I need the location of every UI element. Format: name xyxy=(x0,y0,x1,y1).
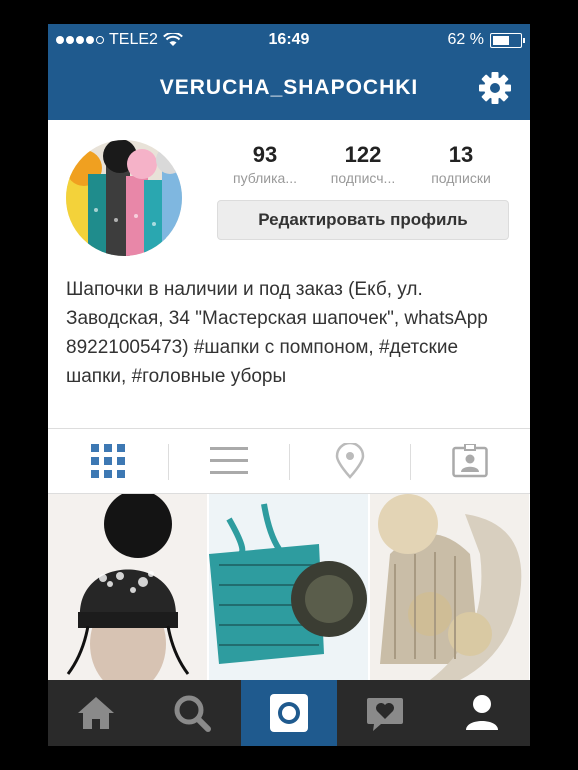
battery-icon xyxy=(490,32,525,48)
grid-icon xyxy=(91,444,125,478)
list-icon xyxy=(210,447,248,474)
post-thumbnail[interactable] xyxy=(48,494,207,680)
avatar[interactable] xyxy=(66,140,182,256)
gear-icon[interactable] xyxy=(478,71,512,105)
tab-activity[interactable] xyxy=(337,680,433,746)
profile-bio: Шапочки в наличии и под заказ (Екб, ул. … xyxy=(66,279,488,387)
location-pin-icon xyxy=(335,443,365,479)
followers-count: 122 xyxy=(344,142,382,167)
edit-profile-button[interactable]: Редактировать профиль xyxy=(217,200,509,240)
following-count: 13 xyxy=(448,142,474,167)
nav-bar: VERUCHA_SHAPOCHKI xyxy=(48,56,530,120)
tab-home[interactable] xyxy=(48,680,144,746)
tab-list-view[interactable] xyxy=(169,429,289,493)
posts-stat[interactable]: 93 публика... xyxy=(210,142,320,186)
posts-label: публика... xyxy=(232,170,297,186)
tab-search[interactable] xyxy=(144,680,240,746)
tab-tagged-view[interactable] xyxy=(410,429,530,493)
search-icon xyxy=(174,695,211,732)
battery-status: 62 % xyxy=(447,31,525,49)
bottom-tab-bar xyxy=(48,680,530,746)
following-stat[interactable]: 13 подписки xyxy=(406,142,516,186)
tab-profile[interactable] xyxy=(434,680,530,746)
post-thumbnail[interactable] xyxy=(209,494,368,680)
tab-camera[interactable] xyxy=(241,680,337,746)
tagged-person-icon xyxy=(452,444,488,478)
camera-icon xyxy=(270,694,308,732)
status-bar: TELE2 16:49 62 % xyxy=(48,24,530,56)
posts-count: 93 xyxy=(252,142,278,167)
profile-username: VERUCHA_SHAPOCHKI xyxy=(159,76,419,99)
post-grid xyxy=(48,494,530,680)
tab-location-view[interactable] xyxy=(290,429,410,493)
followers-label: подписч... xyxy=(330,170,396,186)
tab-grid-view[interactable] xyxy=(48,429,168,493)
battery-percent: 62 % xyxy=(447,31,484,48)
view-tabs xyxy=(48,428,530,494)
post-thumbnail[interactable] xyxy=(370,494,529,680)
activity-heart-icon xyxy=(367,698,403,731)
followers-stat[interactable]: 122 подписч... xyxy=(308,142,418,186)
home-icon xyxy=(78,697,114,729)
phone-screen: TELE2 16:49 62 % VERUCHA_SHAPOCHKI 93 пу… xyxy=(48,24,530,746)
following-label: подписки xyxy=(431,170,491,186)
profile-icon xyxy=(466,695,498,730)
